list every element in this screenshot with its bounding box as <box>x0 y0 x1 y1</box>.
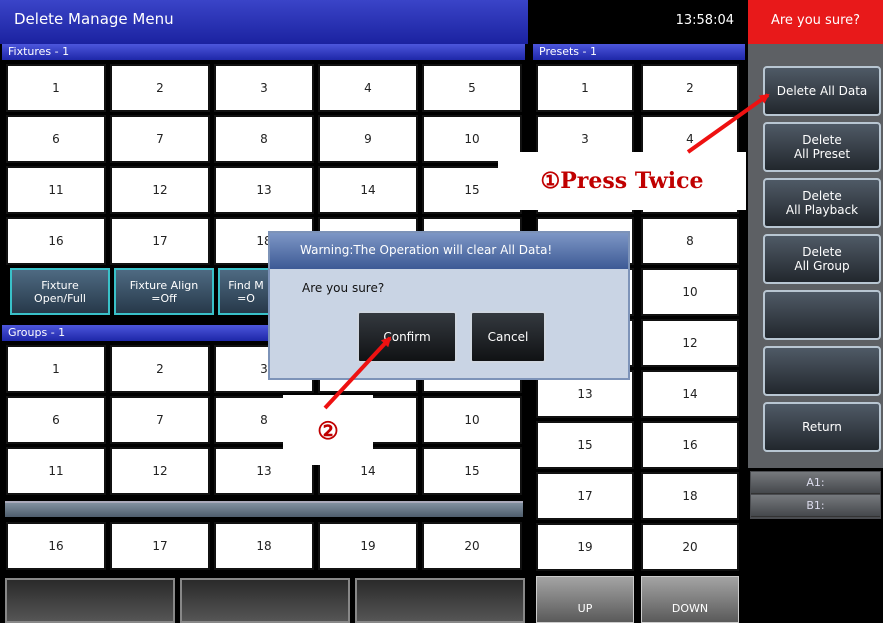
dialog-title: Warning:The Operation will clear All Dat… <box>270 233 628 269</box>
groups-cell[interactable]: 18 <box>214 522 314 570</box>
presets-cell[interactable]: 12 <box>641 319 739 367</box>
presets-cell[interactable]: 10 <box>641 268 739 316</box>
confirm-dialog: Warning:The Operation will clear All Dat… <box>268 231 630 380</box>
groups-cell[interactable]: 15 <box>422 447 522 495</box>
fixtures-cell[interactable]: 16 <box>6 217 106 265</box>
fixtures-cell[interactable]: 2 <box>110 64 210 112</box>
button-label: Fixture Align <box>129 278 199 292</box>
presets-cell[interactable]: 18 <box>641 472 739 520</box>
groups-cell[interactable]: 2 <box>110 345 210 393</box>
status-b: B1: <box>751 495 880 517</box>
fixture-align-button[interactable]: Fixture Align =Off <box>114 268 214 315</box>
button-label: Find M <box>228 278 264 292</box>
fixtures-header: Fixtures - 1 <box>2 44 525 60</box>
delete-all-data-button[interactable]: Delete All Data <box>763 66 881 116</box>
return-button[interactable]: Return <box>763 402 881 452</box>
fixtures-cell[interactable]: 9 <box>318 115 418 163</box>
fixtures-cell[interactable]: 12 <box>110 166 210 214</box>
clock: 13:58:04 <box>675 13 734 28</box>
presets-header: Presets - 1 <box>533 44 745 60</box>
button-sublabel: =O <box>237 291 255 305</box>
fixtures-cell[interactable]: 17 <box>110 217 210 265</box>
confirm-button[interactable]: Confirm <box>357 311 457 363</box>
fixtures-cell[interactable]: 11 <box>6 166 106 214</box>
button-label: Fixture <box>41 278 79 292</box>
fixtures-cell[interactable]: 6 <box>6 115 106 163</box>
status-a: A1: <box>751 472 880 494</box>
button-label: Delete <box>802 189 842 203</box>
bottom-page-button-2[interactable] <box>180 578 350 623</box>
top-bar: Delete Manage Menu 13:58:04 Are you sure… <box>0 0 883 44</box>
button-label: Return <box>802 420 842 434</box>
cancel-button[interactable]: Cancel <box>470 311 546 363</box>
button-sublabel: All Playback <box>785 203 859 217</box>
fixtures-cell[interactable]: 8 <box>214 115 314 163</box>
fixtures-cell[interactable]: 14 <box>318 166 418 214</box>
fixtures-cell[interactable]: 3 <box>214 64 314 112</box>
button-label: Delete All Data <box>776 84 868 98</box>
alert-banner: Are you sure? <box>748 0 883 44</box>
presets-cell[interactable]: 1 <box>536 64 634 112</box>
groups-cell[interactable]: 11 <box>6 447 106 495</box>
fixtures-cell[interactable]: 13 <box>214 166 314 214</box>
presets-cell[interactable]: 8 <box>641 217 739 265</box>
groups-header: Groups - 1 <box>2 325 274 341</box>
status-box: A1: B1: <box>750 471 881 519</box>
groups-cell[interactable]: 12 <box>110 447 210 495</box>
presets-cell[interactable]: 14 <box>641 370 739 418</box>
fixtures-cell[interactable]: 5 <box>422 64 522 112</box>
fixtures-cell[interactable]: 4 <box>318 64 418 112</box>
button-label: Delete <box>802 245 842 259</box>
bottom-page-button-1[interactable] <box>5 578 175 623</box>
groups-cell[interactable]: 1 <box>6 345 106 393</box>
groups-cell[interactable]: 20 <box>422 522 522 570</box>
groups-separator <box>5 501 523 517</box>
fixtures-cell[interactable]: 1 <box>6 64 106 112</box>
groups-extra-row: 16 17 18 19 20 <box>2 520 525 574</box>
groups-cell[interactable]: 16 <box>6 522 106 570</box>
presets-cell[interactable]: 15 <box>536 421 634 469</box>
button-label: Delete <box>802 133 842 147</box>
button-sublabel: Open/Full <box>34 291 86 305</box>
step1-annotation: ①Press Twice <box>498 152 746 210</box>
groups-cell[interactable]: 10 <box>422 396 522 444</box>
empty-soft-button-2[interactable] <box>763 346 881 396</box>
presets-cell[interactable]: 17 <box>536 472 634 520</box>
step2-annotation: ② <box>283 395 373 465</box>
presets-cell[interactable]: 20 <box>641 523 739 571</box>
presets-cell[interactable]: 16 <box>641 421 739 469</box>
presets-cell[interactable]: 19 <box>536 523 634 571</box>
delete-all-group-button[interactable]: Delete All Group <box>763 234 881 284</box>
button-sublabel: All Preset <box>793 147 851 161</box>
fixtures-cell[interactable]: 7 <box>110 115 210 163</box>
clock-area: 13:58:04 <box>528 0 748 44</box>
presets-up-button[interactable]: UP <box>536 576 634 623</box>
button-sublabel: =Off <box>151 291 177 305</box>
menu-title: Delete Manage Menu <box>0 0 528 44</box>
fixture-open-full-button[interactable]: Fixture Open/Full <box>10 268 110 315</box>
delete-all-preset-button[interactable]: Delete All Preset <box>763 122 881 172</box>
presets-down-button[interactable]: DOWN <box>641 576 739 623</box>
groups-cell[interactable]: 19 <box>318 522 418 570</box>
presets-cell[interactable]: 2 <box>641 64 739 112</box>
groups-cell[interactable]: 6 <box>6 396 106 444</box>
button-sublabel: All Group <box>794 259 850 273</box>
bottom-page-button-3[interactable] <box>355 578 525 623</box>
dialog-message: Are you sure? <box>302 281 385 295</box>
groups-cell[interactable]: 7 <box>110 396 210 444</box>
groups-cell[interactable]: 17 <box>110 522 210 570</box>
delete-all-playback-button[interactable]: Delete All Playback <box>763 178 881 228</box>
empty-soft-button-1[interactable] <box>763 290 881 340</box>
find-mode-button[interactable]: Find M =O <box>218 268 274 315</box>
